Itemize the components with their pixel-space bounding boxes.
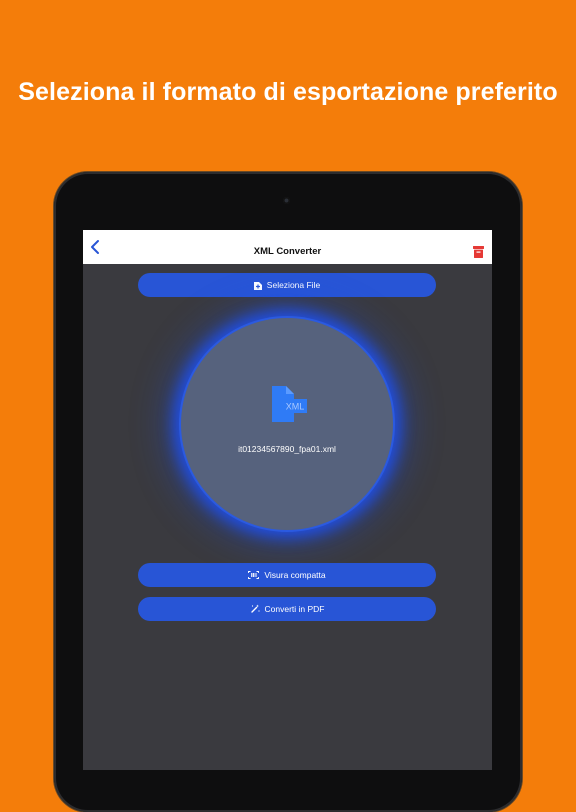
trash-icon[interactable] [473,246,484,258]
xml-icon-text: XML [286,402,305,412]
barcode-icon [248,571,260,579]
promo-headline: Seleziona il formato di esportazione pre… [18,78,558,106]
xml-file-icon: XML [272,386,307,422]
nav-title: XML Converter [253,246,322,257]
app-screen: XML Converter Seleziona File XML it01234… [83,230,492,770]
convert-pdf-label: Converti in PDF [264,604,325,614]
navigation-bar: XML Converter [83,230,492,264]
visura-label: Visura compatta [264,570,326,580]
select-file-label: Seleziona File [266,280,321,290]
magic-wand-icon [250,604,260,613]
chevron-left-icon[interactable] [87,237,105,257]
select-file-button[interactable]: Seleziona File [138,273,436,297]
file-add-icon [253,281,262,290]
file-name: it01234567890_fpa01.xml [238,444,336,454]
visura-button[interactable]: Visura compatta [138,563,436,587]
camera-icon [283,197,290,204]
file-drop-circle[interactable]: XML it01234567890_fpa01.xml [181,318,393,530]
convert-pdf-button[interactable]: Converti in PDF [138,597,436,621]
